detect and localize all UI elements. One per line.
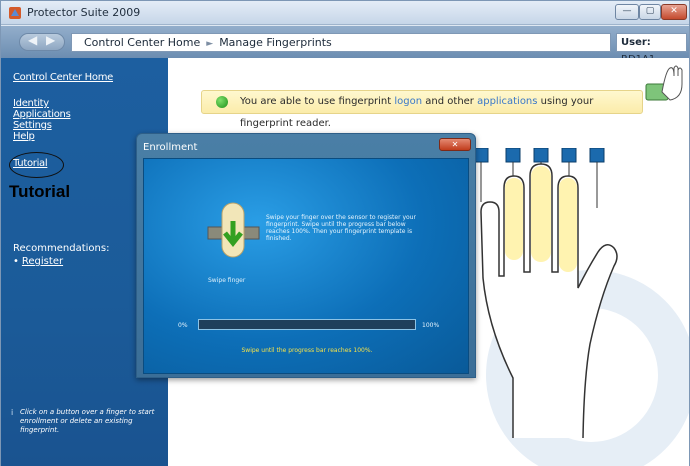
status-banner: You are able to use fingerprint logon an… <box>201 90 643 129</box>
sidebar-link-applications[interactable]: Applications <box>13 109 71 120</box>
sidebar-link-home[interactable]: Control Center Home <box>13 72 113 83</box>
close-button[interactable]: ✕ <box>661 4 687 20</box>
user-indicator: User: RD1A1 <box>616 33 687 65</box>
progress-max-label: 100% <box>422 322 440 329</box>
finger-enroll-button[interactable] <box>473 148 489 163</box>
breadcrumb: Control Center Home ► Manage Fingerprints <box>71 33 611 52</box>
tutorial-annotation-label: Tutorial <box>9 182 71 201</box>
breadcrumb-separator-icon: ► <box>206 39 214 49</box>
progress-message: Swipe until the progress bar reaches 100… <box>241 347 373 354</box>
forward-arrow-icon[interactable]: ▶ <box>46 33 55 47</box>
banner-text-1: You are able to use fingerprint <box>240 96 392 107</box>
app-window: Protector Suite 2009 — ▢ ✕ ◀ ▶ Control C… <box>0 0 690 466</box>
status-ok-icon <box>216 96 228 108</box>
breadcrumb-home[interactable]: Control Center Home <box>84 36 200 49</box>
window-title: Protector Suite 2009 <box>27 6 141 19</box>
minimize-button[interactable]: — <box>615 4 639 20</box>
sidebar-link-identity[interactable]: Identity <box>13 98 49 109</box>
banner-link-applications[interactable]: applications <box>477 96 537 107</box>
dialog-body: Swipe finger Swipe your finger over the … <box>143 158 469 374</box>
title-bar: Protector Suite 2009 — ▢ ✕ <box>1 1 689 25</box>
banner-text-2: and other <box>425 96 474 107</box>
back-forward-buttons[interactable]: ◀ ▶ <box>19 33 65 51</box>
user-label: User: <box>621 37 651 48</box>
swipe-finger-icon <box>207 202 260 258</box>
sidebar-hint: i Click on a button over a finger to sta… <box>11 408 163 435</box>
register-link[interactable]: Register <box>13 256 63 267</box>
finger-enroll-button[interactable] <box>589 148 605 163</box>
enrollment-dialog: Enrollment ✕ Swipe finger Swipe your fin… <box>136 133 476 378</box>
maximize-button[interactable]: ▢ <box>639 4 661 20</box>
swipe-finger-label: Swipe finger <box>208 277 246 284</box>
sidebar-link-help[interactable]: Help <box>13 131 35 142</box>
finger-enroll-button[interactable] <box>533 148 549 163</box>
fingerprint-reader-icon <box>645 65 683 101</box>
fingerprint-app-icon <box>9 7 21 19</box>
enrollment-instructions: Swipe your finger over the sensor to reg… <box>266 214 416 242</box>
recommendations-heading: Recommendations: <box>13 243 110 254</box>
back-arrow-icon[interactable]: ◀ <box>28 33 37 47</box>
finger-enroll-button[interactable] <box>561 148 577 163</box>
hand-icon <box>473 148 618 438</box>
sidebar-hint-text: Click on a button over a finger to start… <box>20 408 155 434</box>
info-icon: i <box>11 408 14 417</box>
dialog-title: Enrollment <box>143 142 198 153</box>
navigation-bar: ◀ ▶ Control Center Home ► Manage Fingerpri… <box>1 26 689 65</box>
tutorial-highlight-oval <box>9 152 64 178</box>
breadcrumb-current[interactable]: Manage Fingerprints <box>219 36 332 49</box>
dialog-close-button[interactable]: ✕ <box>439 138 471 151</box>
enrollment-progress-bar <box>198 319 416 330</box>
sidebar-link-settings[interactable]: Settings <box>13 120 52 131</box>
banner-link-logon[interactable]: logon <box>394 96 422 107</box>
finger-enroll-button[interactable] <box>505 148 521 163</box>
progress-min-label: 0% <box>178 322 188 329</box>
